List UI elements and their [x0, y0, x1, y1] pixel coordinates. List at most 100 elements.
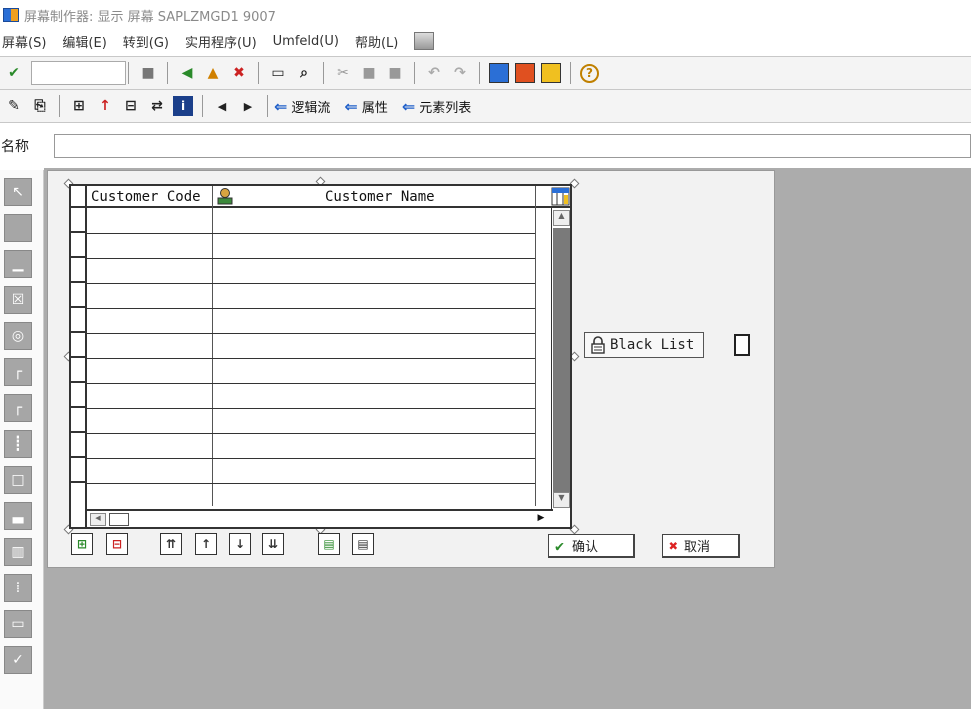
row-selector[interactable]	[71, 358, 85, 383]
scroll-down-icon[interactable]: ▼	[553, 492, 570, 508]
row-selector[interactable]	[71, 208, 85, 233]
dictionary-fields-icon[interactable]: ⊟	[121, 96, 141, 116]
left-arrow-icon: ⇐	[274, 96, 288, 116]
row-separator	[87, 358, 535, 359]
toolbar-separator	[167, 62, 168, 84]
display-change-icon[interactable]: ✎	[4, 96, 24, 116]
menu-utilities[interactable]: 实用程序(U)	[185, 32, 257, 51]
row-selector[interactable]	[71, 383, 85, 408]
next-icon[interactable]: ▶	[238, 96, 258, 116]
row-separator	[87, 433, 535, 434]
row-selector[interactable]	[71, 283, 85, 308]
text-field-tool-icon[interactable]	[4, 214, 32, 242]
left-arrow-icon: ⇐	[401, 96, 416, 116]
copy-icon[interactable]: ■	[359, 63, 379, 83]
cancel-icon[interactable]: ✖	[229, 63, 249, 83]
info-icon[interactable]: i	[173, 96, 193, 116]
layout-menu-icon[interactable]	[541, 63, 561, 83]
customer-table-control[interactable]: Customer Code Customer Name ▲ ▼ ◀ ▶	[69, 184, 572, 529]
menu-goto[interactable]: 转到(G)	[123, 32, 169, 51]
row-selector[interactable]	[71, 308, 85, 333]
horizontal-scrollbar[interactable]: ◀ ▶	[87, 509, 553, 527]
shortcut-icon[interactable]	[515, 63, 535, 83]
toolbar-separator	[414, 62, 415, 84]
vertical-scrollbar[interactable]: ▲ ▼	[551, 208, 570, 509]
scroll-thumb[interactable]	[109, 513, 129, 526]
redo-icon[interactable]: ↷	[450, 63, 470, 83]
status-icon-tool-icon[interactable]: ✓	[4, 646, 32, 674]
save-icon[interactable]: ■	[138, 63, 158, 83]
select-all-icon[interactable]: ▤	[318, 533, 340, 555]
back-icon[interactable]: ◀	[177, 63, 197, 83]
transfer-icon[interactable]: ⇄	[147, 96, 167, 116]
cut-icon[interactable]: ✂	[333, 63, 353, 83]
flow-logic-link[interactable]: ⇐ 逻辑流	[274, 97, 330, 116]
toolbar-separator	[258, 62, 259, 84]
row-selector[interactable]	[71, 408, 85, 433]
attributes-link[interactable]: ⇐ 属性	[344, 97, 387, 116]
menu-help[interactable]: 帮助(L)	[355, 32, 398, 51]
exit-icon[interactable]: ▲	[203, 63, 223, 83]
confirm-button[interactable]: ✔ 确认	[548, 534, 635, 558]
radio-button-tool-icon[interactable]: ◎	[4, 322, 32, 350]
scroll-right-icon[interactable]: ▶	[533, 513, 549, 526]
hierarchy-icon[interactable]: ⊞	[69, 96, 89, 116]
activate-icon[interactable]: ⎘	[30, 96, 50, 116]
row-selector[interactable]	[71, 333, 85, 358]
delete-row-icon[interactable]: ⊟	[106, 533, 128, 555]
column-header-customer-code[interactable]: Customer Code	[91, 186, 201, 208]
row-selector[interactable]	[71, 458, 85, 483]
black-list-label: Black List	[610, 337, 695, 353]
tabstrip-tool-icon[interactable]: ┋	[4, 430, 32, 458]
create-session-icon[interactable]	[489, 63, 509, 83]
pin-icon[interactable]: ↑	[95, 96, 115, 116]
deselect-all-icon[interactable]: ▤	[352, 533, 374, 555]
undo-icon[interactable]: ↶	[424, 63, 444, 83]
window-title: 屏幕制作器: 显示 屏幕 SAPLZMGD1 9007	[24, 9, 276, 25]
scroll-track[interactable]	[553, 228, 570, 492]
print-icon[interactable]: ▭	[268, 63, 288, 83]
pushbutton-tool-icon[interactable]: ▃	[4, 502, 32, 530]
last-page-icon[interactable]: ⇊	[262, 533, 284, 555]
black-list-button[interactable]: Black List	[584, 332, 704, 358]
find-icon[interactable]: ⌕	[294, 63, 314, 83]
menu-edit[interactable]: 编辑(E)	[62, 32, 106, 51]
element-list-link[interactable]: ⇐ 元素列表	[402, 97, 471, 116]
name-field[interactable]	[54, 134, 971, 158]
row-selector[interactable]	[71, 433, 85, 458]
command-field[interactable]	[31, 61, 126, 85]
customize-layout-icon[interactable]	[414, 32, 435, 50]
toolbar-separator	[202, 95, 203, 117]
table-settings-icon[interactable]	[551, 187, 570, 206]
enter-check-icon[interactable]: ✔	[4, 63, 24, 83]
cancel-button[interactable]: ✖ 取消	[662, 534, 740, 558]
help-icon[interactable]: ?	[580, 63, 599, 83]
paste-icon[interactable]: ■	[385, 63, 405, 83]
first-page-icon[interactable]: ⇈	[160, 533, 182, 555]
input-field-tool-icon[interactable]: ▁	[4, 250, 32, 278]
subscreen-tool-icon[interactable]: ┌	[4, 394, 32, 422]
previous-page-icon[interactable]: ↑	[195, 533, 217, 555]
checkbox-tool-icon[interactable]: ☒	[4, 286, 32, 314]
box-tool-icon[interactable]: □	[4, 466, 32, 494]
check-icon: ✔	[555, 536, 565, 555]
scroll-left-icon[interactable]: ◀	[90, 513, 106, 526]
next-page-icon[interactable]: ↓	[229, 533, 251, 555]
custom-control-tool-icon[interactable]: ▭	[4, 610, 32, 638]
menu-environment[interactable]: Umfeld(U)	[273, 34, 339, 49]
pointer-tool-icon[interactable]: ↖	[4, 178, 32, 206]
row-selector[interactable]	[71, 483, 85, 507]
scroll-up-icon[interactable]: ▲	[553, 210, 570, 226]
confirm-label: 确认	[572, 540, 599, 555]
row-selector[interactable]	[71, 233, 85, 258]
column-header-customer-name[interactable]: Customer Name	[325, 186, 435, 208]
table-control-tool-icon[interactable]: ▥	[4, 538, 32, 566]
insert-row-icon[interactable]: ⊞	[71, 533, 93, 555]
row-selector[interactable]	[71, 258, 85, 283]
menu-screen[interactable]: 屏幕(S)	[2, 32, 46, 51]
previous-icon[interactable]: ◀	[212, 96, 232, 116]
frame-tool-icon[interactable]: ┌	[4, 358, 32, 386]
toolbar-separator	[59, 95, 60, 117]
wizard-tool-icon[interactable]: ⁞	[4, 574, 32, 602]
black-list-checkbox[interactable]	[734, 334, 750, 356]
